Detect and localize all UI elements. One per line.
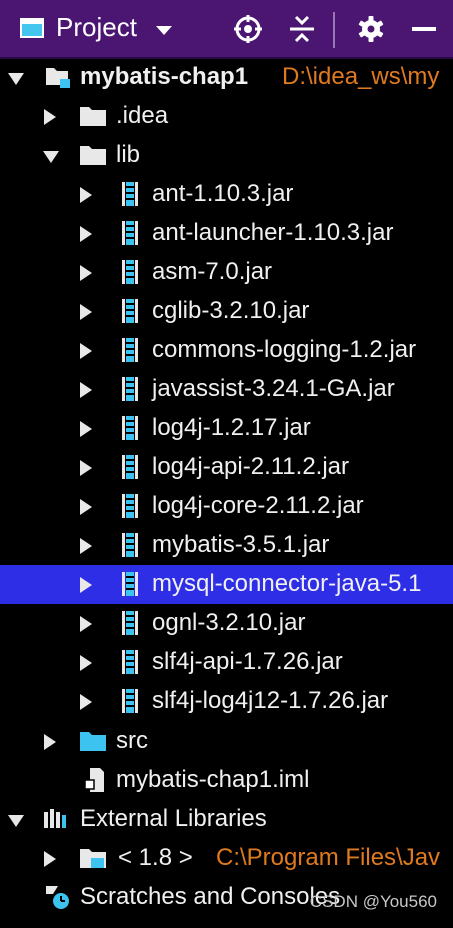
chevron-down-icon[interactable] xyxy=(156,26,172,35)
jar-icon xyxy=(122,299,138,323)
jar-icon xyxy=(122,572,138,596)
collapsed-arrow-icon[interactable] xyxy=(80,421,92,437)
jdk-path: C:\Program Files\Jav xyxy=(216,844,441,871)
tree-node-jar[interactable]: ognl-3.2.10.jar xyxy=(0,604,453,643)
jar-label: log4j-api-2.11.2.jar xyxy=(152,453,350,480)
jar-icon xyxy=(122,650,138,674)
collapsed-arrow-icon[interactable] xyxy=(80,616,92,632)
tree-node-iml[interactable]: mybatis-chap1.iml xyxy=(0,761,453,800)
tree-node-lib[interactable]: lib xyxy=(0,136,453,175)
jar-label: mysql-connector-java-5.1 xyxy=(152,570,422,597)
collapsed-arrow-icon[interactable] xyxy=(80,343,92,359)
tree-node-idea[interactable]: .idea xyxy=(0,97,453,136)
external-libraries-label: External Libraries xyxy=(80,805,267,832)
project-toolbar: Project xyxy=(0,0,453,59)
jar-icon xyxy=(122,494,138,518)
collapsed-arrow-icon[interactable] xyxy=(80,382,92,398)
jar-icon xyxy=(122,416,138,440)
jar-icon xyxy=(122,182,138,206)
tree-node-jar[interactable]: mybatis-3.5.1.jar xyxy=(0,526,453,565)
jar-label: cglib-3.2.10.jar xyxy=(152,297,310,324)
jar-label: ant-1.10.3.jar xyxy=(152,180,294,207)
tree-node-jar[interactable]: slf4j-log4j12-1.7.26.jar xyxy=(0,682,453,721)
jar-label: log4j-core-2.11.2.jar xyxy=(152,492,364,519)
folder-icon xyxy=(80,107,106,126)
file-label: mybatis-chap1.iml xyxy=(116,766,310,793)
tree-node-jar[interactable]: asm-7.0.jar xyxy=(0,253,453,292)
collapsed-arrow-icon[interactable] xyxy=(80,538,92,554)
folder-label: lib xyxy=(116,141,141,168)
locate-target-icon[interactable] xyxy=(233,14,263,44)
collapsed-arrow-icon[interactable] xyxy=(44,734,56,750)
tree-node-jar[interactable]: ant-launcher-1.10.3.jar xyxy=(0,214,453,253)
collapsed-arrow-icon[interactable] xyxy=(80,499,92,515)
collapsed-arrow-icon[interactable] xyxy=(80,265,92,281)
tree-node-src[interactable]: src xyxy=(0,722,453,761)
jar-icon xyxy=(122,377,138,401)
jar-icon xyxy=(122,455,138,479)
iml-file-icon xyxy=(84,768,104,792)
collapsed-arrow-icon[interactable] xyxy=(80,304,92,320)
tree-node-jar[interactable]: log4j-core-2.11.2.jar xyxy=(0,487,453,526)
expanded-arrow-icon[interactable] xyxy=(8,815,24,827)
jar-label: ognl-3.2.10.jar xyxy=(152,609,306,636)
jar-label: slf4j-api-1.7.26.jar xyxy=(152,648,343,675)
tree-node-jar[interactable]: log4j-1.2.17.jar xyxy=(0,409,453,448)
toolbar-separator xyxy=(333,12,335,48)
project-root-label: mybatis-chap1 xyxy=(80,63,249,90)
scratches-label: Scratches and Consoles xyxy=(80,883,341,910)
tree-node-jar[interactable]: ant-1.10.3.jar xyxy=(0,175,453,214)
scratches-icon xyxy=(46,886,69,909)
module-folder-icon xyxy=(46,68,70,88)
tree-node-external-libraries[interactable]: External Libraries xyxy=(0,800,453,839)
collapsed-arrow-icon[interactable] xyxy=(80,694,92,710)
project-view-selector[interactable]: Project xyxy=(56,12,137,43)
collapsed-arrow-icon[interactable] xyxy=(80,655,92,671)
folder-label: .idea xyxy=(116,102,169,129)
jar-label: log4j-1.2.17.jar xyxy=(152,414,311,441)
tree-node-jar[interactable]: slf4j-api-1.7.26.jar xyxy=(0,643,453,682)
jar-icon xyxy=(122,689,138,713)
tree-node-jar[interactable]: log4j-api-2.11.2.jar xyxy=(0,448,453,487)
jar-icon xyxy=(122,611,138,635)
jar-label: commons-logging-1.2.jar xyxy=(152,336,417,363)
tree-node-jdk[interactable]: < 1.8 > C:\Program Files\Jav xyxy=(0,839,453,878)
tree-node-jar[interactable]: commons-logging-1.2.jar xyxy=(0,331,453,370)
jdk-folder-icon xyxy=(80,849,106,868)
collapsed-arrow-icon[interactable] xyxy=(80,460,92,476)
tree-node-project-root[interactable]: mybatis-chap1 D:\idea_ws\my xyxy=(0,58,453,97)
jar-icon xyxy=(122,221,138,245)
jar-label: asm-7.0.jar xyxy=(152,258,273,285)
collapsed-arrow-icon[interactable] xyxy=(44,851,56,867)
jar-label: ant-launcher-1.10.3.jar xyxy=(152,219,394,246)
minimize-icon[interactable] xyxy=(409,14,439,44)
jar-icon xyxy=(122,260,138,284)
collapse-all-icon[interactable] xyxy=(287,14,317,44)
folder-label: src xyxy=(116,727,148,754)
tree-node-jar[interactable]: javassist-3.24.1-GA.jar xyxy=(0,370,453,409)
tree-node-jar[interactable]: cglib-3.2.10.jar xyxy=(0,292,453,331)
tree-node-jar[interactable]: mysql-connector-java-5.1 xyxy=(0,565,453,604)
collapsed-arrow-icon[interactable] xyxy=(80,577,92,593)
jdk-label: < 1.8 > xyxy=(118,844,193,871)
collapsed-arrow-icon[interactable] xyxy=(80,187,92,203)
project-window-icon xyxy=(20,18,44,38)
folder-icon xyxy=(80,146,106,165)
project-root-path: D:\idea_ws\my xyxy=(282,63,440,90)
expanded-arrow-icon[interactable] xyxy=(8,73,24,85)
gear-icon[interactable] xyxy=(356,14,386,44)
jar-label: mybatis-3.5.1.jar xyxy=(152,531,330,558)
jar-label: javassist-3.24.1-GA.jar xyxy=(152,375,395,402)
library-icon xyxy=(44,809,66,828)
watermark-text: CSDN @You560 xyxy=(309,892,437,911)
jar-icon xyxy=(122,338,138,362)
expanded-arrow-icon[interactable] xyxy=(43,151,59,163)
collapsed-arrow-icon[interactable] xyxy=(80,226,92,242)
collapsed-arrow-icon[interactable] xyxy=(44,109,56,125)
jar-icon xyxy=(122,533,138,557)
jar-label: slf4j-log4j12-1.7.26.jar xyxy=(152,687,389,714)
source-folder-icon xyxy=(80,732,106,751)
